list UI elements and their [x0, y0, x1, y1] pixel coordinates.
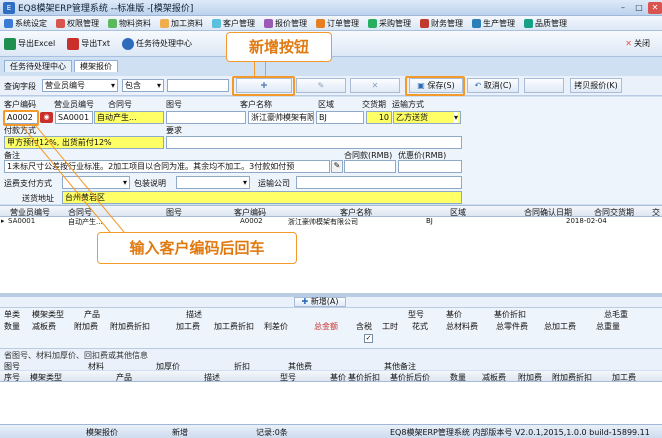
- status-version: EQ8模架ERP管理系统 内部版本号 V2.0.1,2015,1.0.0 bui…: [390, 428, 650, 437]
- leader-line: [35, 125, 125, 233]
- leader-line: [21, 125, 111, 233]
- detail-form: 单类 模架类型 产品 描述 型号 基价 基价折扣 总毛重 数量 减板费 附加费 …: [0, 308, 662, 348]
- detail-header-2: 数量 减板费 附加费 附加费折扣 加工费 加工费折扣 利差价 总金额 含税 工时…: [4, 322, 620, 331]
- tax-checkbox[interactable]: ✓: [364, 334, 373, 343]
- detail-grid: 序号 模架类型 产品 描述 型号 基价 基价折扣 基价折后价 数量 减板费 附加…: [0, 371, 662, 424]
- detail-grid-header: 序号 模架类型 产品 描述 型号 基价 基价折扣 基价折后价 数量 减板费 附加…: [0, 371, 662, 382]
- status-module: 模架报价: [86, 428, 118, 437]
- status-records: 记录:0条: [256, 428, 288, 437]
- extra-info-panel: 省图号、材料加厚价、回扣费或其他信息 图号 材料 加厚价 折扣 其他费 其他备注: [0, 348, 662, 371]
- detail-new-button[interactable]: ✚ 新增(A): [294, 297, 346, 307]
- status-bar: 模架报价 新增 记录:0条 EQ8模架ERP管理系统 内部版本号 V2.0.1,…: [0, 424, 662, 438]
- status-mode: 新增: [172, 428, 188, 437]
- detail-header: 单类 模架类型 产品 描述 型号 基价 基价折扣 总毛重: [4, 310, 628, 319]
- plus-icon: ✚: [301, 297, 309, 306]
- detail-toolbar: ✚ 新增(A): [0, 297, 662, 308]
